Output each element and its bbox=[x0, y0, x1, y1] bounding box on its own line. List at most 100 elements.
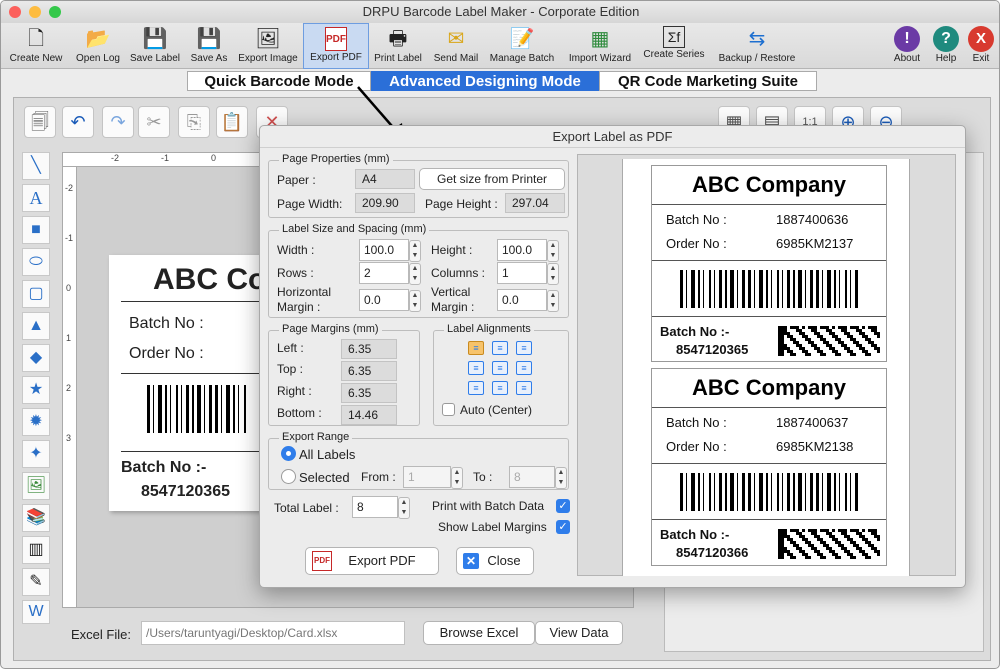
stepper-arrows[interactable]: ▲ ▼ bbox=[398, 497, 410, 519]
library-tool[interactable]: 📚 bbox=[22, 504, 50, 532]
export-image-button[interactable]: 🖼 Export Image bbox=[235, 23, 301, 69]
cut-icon: ✂ bbox=[146, 112, 162, 132]
tab-qr-code-marketing-suite[interactable]: QR Code Marketing Suite bbox=[599, 71, 817, 91]
columns-stepper[interactable]: 1 ▲ ▼ bbox=[497, 262, 559, 285]
drawing-tools: ╲ A ■ ⬭ ▢ ▲ ◆ ★ ✹ ✦ 🖼 📚 ▥ ✎ W bbox=[22, 152, 52, 624]
import-wizard-button[interactable]: ▦ Import Wizard bbox=[563, 23, 637, 69]
save-as-button[interactable]: 💾 Save As bbox=[185, 23, 233, 69]
line-tool[interactable]: ╲ bbox=[22, 152, 50, 180]
text-tool[interactable]: A bbox=[22, 184, 50, 212]
browse-excel-button[interactable]: Browse Excel bbox=[423, 621, 535, 645]
rectangle-tool[interactable]: ■ bbox=[22, 216, 50, 244]
rows-label: Rows : bbox=[277, 266, 314, 280]
label-order-text[interactable]: Order No : bbox=[129, 345, 204, 363]
properties-button[interactable]: 🗐 bbox=[24, 106, 56, 138]
view-data-button[interactable]: View Data bbox=[535, 621, 623, 645]
tab-advanced-designing-mode[interactable]: Advanced Designing Mode bbox=[371, 71, 599, 91]
save-label-button[interactable]: 💾 Save Label bbox=[127, 23, 183, 69]
width-stepper[interactable]: 100.0 ▲ ▼ bbox=[359, 239, 421, 262]
create-series-button[interactable]: Σf Create Series bbox=[639, 23, 709, 69]
alignment-option[interactable]: ≡ bbox=[516, 361, 532, 375]
print-batch-label: Print with Batch Data bbox=[432, 499, 545, 513]
stepper-arrows[interactable]: ▲ ▼ bbox=[451, 467, 463, 489]
send-mail-button[interactable]: ✉ Send Mail bbox=[429, 23, 483, 69]
stepper-arrows[interactable]: ▲ ▼ bbox=[547, 240, 559, 262]
rounded-rectangle-tool[interactable]: ▢ bbox=[22, 280, 50, 308]
divider bbox=[652, 407, 886, 408]
window-title: DRPU Barcode Label Maker - Corporate Edi… bbox=[362, 4, 640, 19]
stepper-arrows[interactable]: ▲ ▼ bbox=[547, 263, 559, 285]
alignment-option[interactable]: ≡ bbox=[492, 341, 508, 355]
stepper-arrows[interactable]: ▲ ▼ bbox=[409, 263, 421, 285]
from-stepper[interactable]: 1 ▲ ▼ bbox=[403, 466, 463, 489]
label-batch-footer[interactable]: Batch No :- bbox=[121, 459, 206, 477]
paste-icon: 📋 bbox=[220, 112, 244, 132]
diamond-tool[interactable]: ◆ bbox=[22, 344, 50, 372]
to-label: To : bbox=[473, 470, 493, 484]
auto-center-checkbox[interactable] bbox=[442, 403, 455, 416]
all-labels-radio[interactable] bbox=[281, 446, 296, 461]
vertical-margin-stepper[interactable]: 0.0 ▲ ▼ bbox=[497, 289, 559, 312]
stepper-arrows[interactable]: ▲ ▼ bbox=[547, 290, 559, 312]
show-margins-label: Show Label Margins bbox=[438, 520, 547, 534]
create-new-button[interactable]: 🗋 Create New bbox=[5, 23, 67, 69]
label-company-text[interactable]: ABC Co bbox=[153, 263, 266, 297]
rows-stepper[interactable]: 2 ▲ ▼ bbox=[359, 262, 421, 285]
label-batch-text[interactable]: Batch No : bbox=[129, 315, 204, 333]
minimize-window-button[interactable] bbox=[29, 6, 41, 18]
height-label: Height : bbox=[431, 243, 473, 257]
alignment-option[interactable]: ≡ bbox=[516, 341, 532, 355]
zoom-window-button[interactable] bbox=[49, 6, 61, 18]
copy-button[interactable]: ⎘ bbox=[178, 106, 210, 138]
stepper-arrows[interactable]: ▲ ▼ bbox=[555, 467, 567, 489]
manage-batch-button[interactable]: 📝 Manage Batch bbox=[485, 23, 559, 69]
height-stepper[interactable]: 100.0 ▲ ▼ bbox=[497, 239, 559, 262]
print-label-button[interactable]: 🖶 Print Label bbox=[371, 23, 425, 69]
ellipse-tool[interactable]: ⬭ bbox=[22, 248, 50, 276]
to-stepper[interactable]: 8 ▲ ▼ bbox=[509, 466, 567, 489]
export-pdf-dialog-button[interactable]: PDF Export PDF bbox=[305, 547, 439, 575]
get-size-from-printer-button[interactable]: Get size from Printer bbox=[419, 168, 565, 190]
help-button[interactable]: ? Help bbox=[929, 23, 963, 69]
total-label-stepper[interactable]: 8 ▲ ▼ bbox=[352, 496, 410, 519]
group-legend: Export Range bbox=[279, 431, 353, 443]
alignment-option[interactable]: ≡ bbox=[468, 341, 484, 355]
backup-restore-button[interactable]: ⇆ Backup / Restore bbox=[711, 23, 803, 69]
alignment-option[interactable]: ≡ bbox=[492, 381, 508, 395]
barcode-image[interactable] bbox=[147, 385, 247, 433]
burst-tool[interactable]: ✹ bbox=[22, 408, 50, 436]
paper-field: A4 bbox=[355, 169, 415, 189]
horizontal-margin-stepper[interactable]: 0.0 ▲ ▼ bbox=[359, 289, 421, 312]
dialog-title: Export Label as PDF bbox=[260, 126, 965, 148]
alignment-option[interactable]: ≡ bbox=[468, 381, 484, 395]
print-batch-checkbox[interactable]: ✓ bbox=[556, 499, 570, 513]
show-margins-checkbox[interactable]: ✓ bbox=[556, 520, 570, 534]
alignment-option[interactable]: ≡ bbox=[468, 361, 484, 375]
redo-button[interactable]: ↷ bbox=[102, 106, 134, 138]
export-pdf-button[interactable]: PDF Export PDF bbox=[303, 23, 369, 69]
alignment-option[interactable]: ≡ bbox=[516, 381, 532, 395]
signature-tool[interactable]: ✎ bbox=[22, 568, 50, 596]
cut-button[interactable]: ✂ bbox=[138, 106, 170, 138]
selected-radio[interactable] bbox=[281, 469, 296, 484]
close-window-button[interactable] bbox=[9, 6, 21, 18]
tab-quick-barcode-mode[interactable]: Quick Barcode Mode bbox=[187, 71, 371, 91]
label-batch-footer-value[interactable]: 8547120365 bbox=[141, 483, 230, 501]
stepper-arrows[interactable]: ▲ ▼ bbox=[409, 240, 421, 262]
image-tool[interactable]: 🖼 bbox=[22, 472, 50, 500]
triangle-tool[interactable]: ▲ bbox=[22, 312, 50, 340]
star4-tool[interactable]: ✦ bbox=[22, 440, 50, 468]
undo-button[interactable]: ↶ bbox=[62, 106, 94, 138]
alignment-option[interactable]: ≡ bbox=[492, 361, 508, 375]
about-button[interactable]: ! About bbox=[889, 23, 925, 69]
width-label: Width : bbox=[277, 243, 315, 257]
paste-button[interactable]: 📋 bbox=[216, 106, 248, 138]
barcode-tool[interactable]: ▥ bbox=[22, 536, 50, 564]
open-log-button[interactable]: 📂 Open Log bbox=[71, 23, 125, 69]
exit-button[interactable]: X Exit bbox=[965, 23, 997, 69]
stepper-arrows[interactable]: ▲ ▼ bbox=[409, 290, 421, 312]
star-tool[interactable]: ★ bbox=[22, 376, 50, 404]
excel-path-field[interactable]: /Users/taruntyagi/Desktop/Card.xlsx bbox=[141, 621, 405, 645]
preview-batch-value: 1887400636 bbox=[776, 212, 849, 227]
close-dialog-button[interactable]: ✕ Close bbox=[456, 547, 534, 575]
